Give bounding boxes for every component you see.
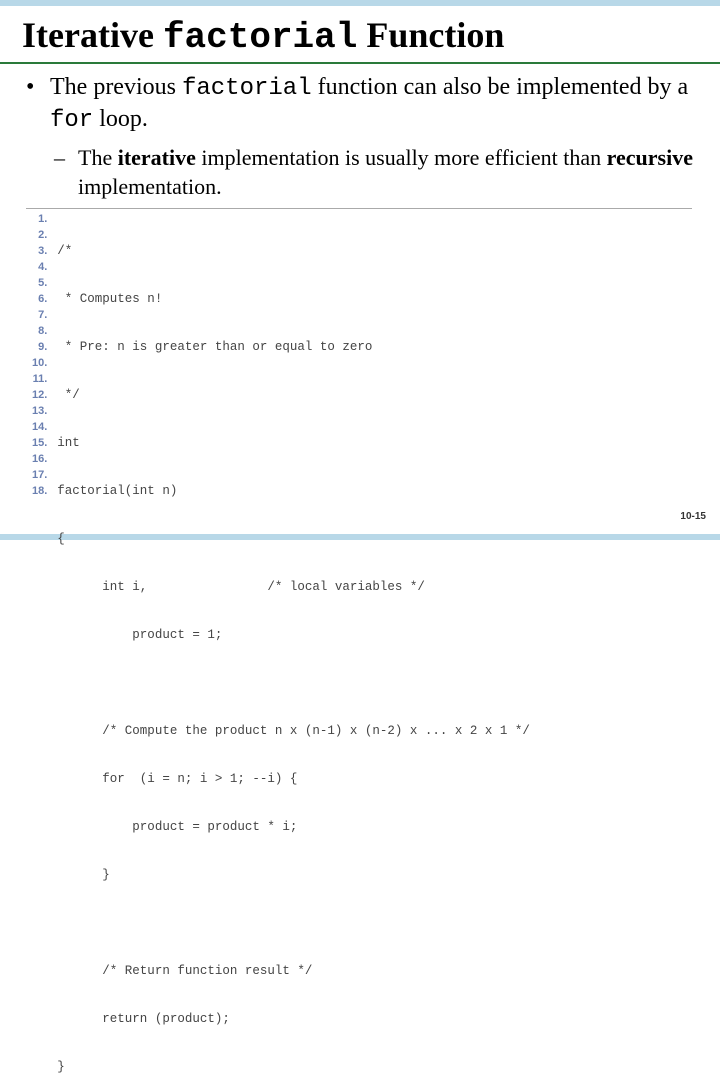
line-number: 4. [32, 259, 47, 275]
line-number: 5. [32, 275, 47, 291]
t: implementation. [78, 174, 222, 199]
bold-word: recursive [607, 145, 693, 170]
code-line: * Computes n! [57, 291, 692, 307]
code-line: * Pre: n is greater than or equal to zer… [57, 339, 692, 355]
line-number-gutter: 1. 2. 3. 4. 5. 6. 7. 8. 9. 10. 11. 12. 1… [26, 209, 57, 1080]
code-line: } [57, 867, 692, 883]
line-number: 10. [32, 355, 47, 371]
line-number: 2. [32, 227, 47, 243]
code-line: /* Compute the product n x (n-1) x (n-2)… [57, 723, 692, 739]
line-number: 8. [32, 323, 47, 339]
code-line: factorial(int n) [57, 483, 692, 499]
dash-icon: – [54, 144, 68, 173]
line-number: 12. [32, 387, 47, 403]
line-number: 6. [32, 291, 47, 307]
bold-word: iterative [118, 145, 196, 170]
code-line: product = 1; [57, 627, 692, 643]
code-line [57, 915, 692, 931]
t: loop. [93, 106, 148, 132]
sub-bullet-1-text: The iterative implementation is usually … [78, 144, 702, 201]
code-line: /* Return function result */ [57, 963, 692, 979]
code-line: { [57, 531, 692, 547]
line-number: 16. [32, 451, 47, 467]
code-line: for (i = n; i > 1; --i) { [57, 771, 692, 787]
code-listing: 1. 2. 3. 4. 5. 6. 7. 8. 9. 10. 11. 12. 1… [26, 208, 692, 1080]
t: implementation is usually more efficient… [196, 145, 607, 170]
code-text: /* * Computes n! * Pre: n is greater tha… [57, 209, 692, 1080]
line-number: 18. [32, 483, 47, 499]
bullet-dot-icon: • [26, 72, 40, 103]
t: The previous [50, 74, 182, 100]
code-line: int i, /* local variables */ [57, 579, 692, 595]
code-line: } [57, 1059, 692, 1075]
line-number: 13. [32, 403, 47, 419]
bullet-1: • The previous factorial function can al… [26, 72, 702, 136]
slide-number: 10-15 [680, 511, 706, 522]
title-post: Function [357, 15, 504, 55]
line-number: 1. [32, 211, 47, 227]
code-word: for [50, 107, 93, 134]
line-number: 7. [32, 307, 47, 323]
code-line: return (product); [57, 1011, 692, 1027]
sub-bullet-1: – The iterative implementation is usuall… [54, 144, 702, 201]
line-number: 14. [32, 419, 47, 435]
code-line [57, 675, 692, 691]
line-number: 3. [32, 243, 47, 259]
line-number: 11. [32, 371, 47, 387]
t: function can also be implemented by a [312, 74, 689, 100]
code-line: /* [57, 243, 692, 259]
bullet-1-text: The previous factorial function can also… [50, 72, 702, 136]
line-number: 17. [32, 467, 47, 483]
t: The [78, 145, 118, 170]
code-line: */ [57, 387, 692, 403]
title-pre: Iterative [22, 15, 163, 55]
code-word: factorial [182, 75, 312, 102]
line-number: 15. [32, 435, 47, 451]
title-code: factorial [163, 17, 357, 58]
slide-body: • The previous factorial function can al… [0, 64, 720, 1080]
code-line: product = product * i; [57, 819, 692, 835]
code-line: int [57, 435, 692, 451]
line-number: 9. [32, 339, 47, 355]
slide-title: Iterative factorial Function [0, 6, 720, 64]
